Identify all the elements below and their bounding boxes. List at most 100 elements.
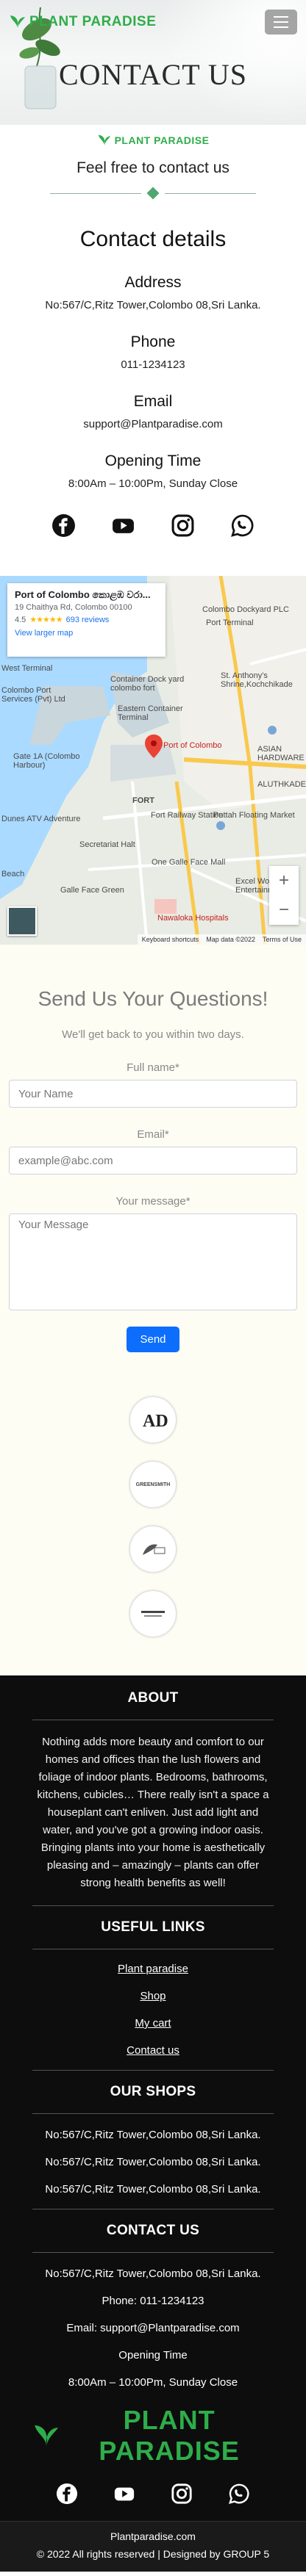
email-value: support@Plantparadise.com [83,418,223,430]
map-label: Secretariat Halt [79,840,135,849]
site-footer: ABOUT Nothing adds more beauty and comfo… [0,1675,306,2572]
map-label: Galle Face Green [60,886,124,895]
map-label: ALUTHKADE [257,780,306,789]
footer-contact-heading: CONTACT US [106,2223,200,2238]
phone-value: 011-1234123 [121,358,185,371]
place-rating: 4.5 [15,615,26,624]
keyboard-shortcuts-link[interactable]: Keyboard shortcuts [142,936,199,943]
leaf-logo-icon [98,134,110,147]
map-label: Beach [1,870,25,878]
intro-logo: PLANT PARADISE [97,134,210,147]
diamond-icon [146,187,160,200]
hours-label: Opening Time [104,452,202,469]
brand-logos: AD GREENSMITH [0,1389,306,1675]
form-subheading: We'll get back to you within two days. [62,1028,244,1041]
map-footer: Keyboard shortcuts Map data ©2022 Terms … [137,934,306,945]
brand-logo-ad[interactable]: AD [129,1396,177,1443]
zoom-in-button[interactable]: + [279,870,289,891]
useful-links-heading: USEFUL LINKS [101,1919,205,1935]
divider [50,187,256,200]
footer-social-links [32,2483,274,2505]
our-shops-heading: OUR SHOPS [110,2084,196,2099]
brand-logo-greensmith[interactable]: GREENSMITH [129,1461,177,1508]
satellite-toggle-button[interactable] [7,906,37,936]
message-label: Your message* [115,1195,191,1208]
send-button[interactable]: Send [127,1327,179,1352]
shop-address: No:567/C,Ritz Tower,Colombo 08,Sri Lanka… [45,2156,261,2168]
place-address: 19 Chaithya Rd, Colombo 00100 [15,603,132,612]
footer-link-shop[interactable]: Shop [32,1990,274,2002]
shop-address: No:567/C,Ritz Tower,Colombo 08,Sri Lanka… [45,2129,261,2141]
footer-link-contact-us[interactable]: Contact us [32,2044,274,2057]
map-label: ASIAN HARDWARE [257,745,305,762]
address-value: No:567/C,Ritz Tower,Colombo 08,Sri Lanka… [45,299,261,311]
footer-link-my-cart[interactable]: My cart [32,2017,274,2030]
place-reviews-link[interactable]: 693 reviews [66,616,110,624]
menu-toggle-button[interactable] [265,10,297,35]
plant-brand-logo-icon [143,1544,166,1555]
name-input[interactable] [9,1080,297,1108]
map-label: Gate 1A (Colombo Harbour) [13,752,80,770]
hero-banner: PLANT PARADISE CONTACT US [0,0,306,125]
facebook-icon[interactable] [56,2483,78,2505]
terms-link[interactable]: Terms of Use [263,936,302,943]
about-heading: ABOUT [127,1690,179,1706]
form-heading: Send Us Your Questions! [38,987,268,1010]
page-title: CONTACT US [58,58,248,91]
hours-value: 8:00Am – 10:00Pm, Sunday Close [68,477,238,490]
map-label: Pettah Floating Market [213,811,295,820]
view-larger-map-link[interactable]: View larger map [15,629,158,638]
message-textarea[interactable] [9,1213,297,1310]
place-name: Port of Colombo කොළඹ වරා... [15,589,151,600]
footer-divider [32,1905,274,1906]
contact-details-heading: Contact details [79,227,227,251]
footer-logo[interactable]: PLANT PARADISE [32,2405,274,2467]
youtube-icon[interactable] [111,513,135,538]
star-rating-icon: ★★★★★ [29,616,63,624]
ad-logo-icon: AD [143,1412,168,1431]
google-map[interactable]: Colombo Dockyard PLC Port Terminal West … [0,576,306,945]
email-label: Email* [137,1128,169,1141]
map-label: West Terminal [1,664,53,673]
map-label: Colombo Port Services (Pvt) Ltd [1,686,65,704]
map-label: Eastern Container Terminal [118,704,183,722]
footer-contact-phone: Phone: 011-1234123 [102,2295,204,2307]
brand-logo-plant[interactable] [129,1526,177,1573]
brand-name: PLANT PARADISE [29,14,157,29]
footer-link-plant-paradise[interactable]: Plant paradise [32,1963,274,1975]
whatsapp-icon[interactable] [230,513,255,538]
facebook-icon[interactable] [51,513,76,538]
name-label: Full name* [127,1061,179,1074]
about-text: Nothing adds more beauty and comfort to … [37,1736,269,1889]
brand-logo[interactable]: PLANT PARADISE [9,14,156,30]
map-label: Colombo Dockyard PLC [202,605,289,614]
map-label: FORT [132,796,154,805]
youtube-icon[interactable] [113,2483,135,2505]
map-label: Port Terminal [206,618,254,627]
greensmith-logo-text: GREENSMITH [135,1482,171,1487]
leaf-logo-icon [35,2425,58,2447]
intro-subtitle: Feel free to contact us [76,159,230,176]
map-place-card: Port of Colombo කොළඹ වරා... 19 Chaithya … [7,583,166,657]
copyright-bar: Plantparadise.com © 2022 All rights rese… [0,2521,306,2572]
email-input[interactable] [9,1147,297,1175]
zoom-out-button[interactable]: − [279,900,289,920]
footer-contact-address: No:567/C,Ritz Tower,Colombo 08,Sri Lanka… [45,2267,261,2280]
ad-logo-text: AD [143,1412,168,1431]
contact-details: Contact details Address No:567/C,Ritz Tow… [0,227,306,490]
instagram-icon[interactable] [171,513,195,538]
bar-brand-logo-icon [141,1611,165,1617]
map-label: One Galle Face Mall [152,858,226,867]
hamburger-icon [274,16,288,18]
map-label: Nawaloka Hospitals [157,914,229,923]
whatsapp-icon[interactable] [228,2483,250,2505]
contact-intro: PLANT PARADISE Feel free to contact us C… [0,125,306,538]
instagram-icon[interactable] [171,2483,193,2505]
email-label: Email [133,393,173,410]
site-url[interactable]: Plantparadise.com [0,2528,306,2545]
phone-label: Phone [130,333,176,350]
map-label: Fort Railway Station [151,811,224,820]
footer-divider [32,2113,274,2114]
navbar: PLANT PARADISE [0,0,306,44]
brand-logo-bar[interactable] [129,1590,177,1637]
